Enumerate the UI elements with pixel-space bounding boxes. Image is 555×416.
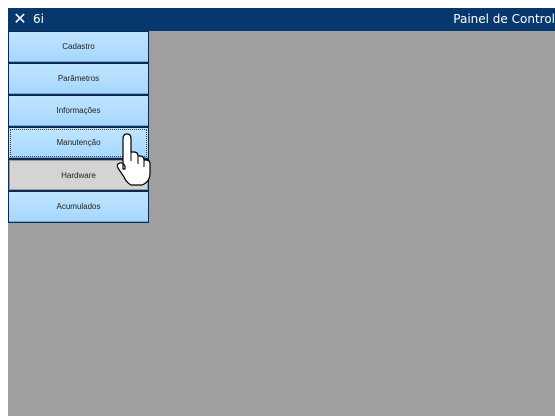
app-window: ✕ 6i Painel de Control Cadastro Parâmetr… (8, 8, 555, 416)
menu-item-acumulados[interactable]: Acumulados (9, 192, 148, 222)
close-icon[interactable]: ✕ (12, 10, 28, 28)
menu-item-cadastro[interactable]: Cadastro (9, 32, 148, 62)
menu-item-parametros[interactable]: Parâmetros (9, 64, 148, 94)
menu-item-informacoes[interactable]: Informações (9, 96, 148, 126)
menu-item-manutencao[interactable]: Manutenção (9, 128, 148, 158)
title-bar: ✕ 6i Painel de Control (8, 8, 555, 31)
side-menu: Cadastro Parâmetros Informações Manutenç… (8, 31, 149, 223)
menu-item-hardware[interactable]: Hardware (9, 160, 148, 190)
app-name: 6i (33, 12, 44, 26)
window-title: Painel de Control (453, 12, 555, 26)
